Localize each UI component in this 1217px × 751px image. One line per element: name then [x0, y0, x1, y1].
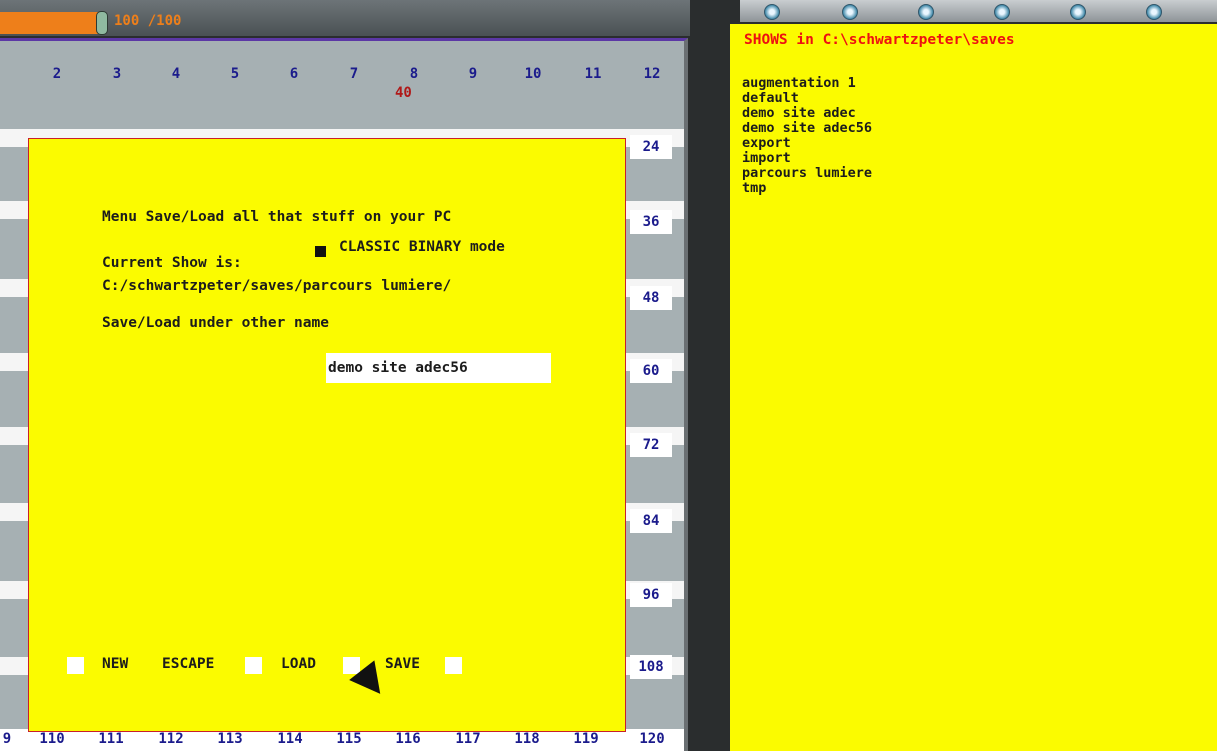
bottom-number: 119: [573, 731, 599, 747]
progress-knob-icon[interactable]: [96, 11, 108, 35]
column-number: 8: [409, 66, 419, 82]
channel-orb-icon[interactable]: [1146, 4, 1162, 20]
bottom-number: 111: [98, 731, 124, 747]
column-number: 3: [112, 66, 122, 82]
bottom-number: 116: [395, 731, 421, 747]
shows-title: SHOWS in C:\schwartzpeter\saves: [744, 32, 1015, 48]
bottom-number: 117: [455, 731, 481, 747]
row-number: 84: [630, 509, 672, 533]
current-show-path: C:/schwartzpeter/saves/parcours lumiere/: [102, 278, 452, 294]
save-label: SAVE: [385, 656, 420, 672]
channel-orb-icon[interactable]: [842, 4, 858, 20]
level-progress-bar: [0, 12, 106, 34]
bottom-number: 113: [217, 731, 243, 747]
column-number: 7: [349, 66, 359, 82]
show-list-item[interactable]: default: [742, 91, 872, 106]
show-name-input[interactable]: [326, 353, 551, 383]
save-load-dialog: Menu Save/Load all that stuff on your PC…: [28, 138, 626, 732]
column-number: 9: [468, 66, 478, 82]
show-list-item[interactable]: augmentation 1: [742, 76, 872, 91]
shows-list: augmentation 1 default demo site adec de…: [742, 76, 872, 196]
bottom-number: 112: [158, 731, 184, 747]
row-number: 96: [630, 583, 672, 607]
binary-mode-checkbox[interactable]: [315, 246, 326, 257]
load-button[interactable]: [343, 657, 360, 674]
new-label: NEW: [102, 656, 129, 672]
show-list-item[interactable]: tmp: [742, 181, 872, 196]
row-number: 36: [630, 210, 672, 234]
column-number: 10: [524, 66, 542, 82]
toolbar-icon-strip: [740, 0, 1217, 22]
save-button[interactable]: [445, 657, 462, 674]
show-list-item[interactable]: demo site adec56: [742, 121, 872, 136]
column-number: 4: [171, 66, 181, 82]
top-status-bar: 100 /100: [0, 0, 730, 36]
column-number: 11: [584, 66, 602, 82]
show-list-item[interactable]: export: [742, 136, 872, 151]
binary-mode-label: CLASSIC BINARY mode: [339, 239, 505, 255]
new-button[interactable]: [67, 657, 84, 674]
row-number: 48: [630, 286, 672, 310]
channel-level-value: 40: [395, 85, 412, 101]
show-list-item[interactable]: import: [742, 151, 872, 166]
escape-button[interactable]: [245, 657, 262, 674]
row-number: 60: [630, 359, 672, 383]
menu-title: Menu Save/Load all that stuff on your PC: [102, 209, 452, 225]
show-list-item[interactable]: parcours lumiere: [742, 166, 872, 181]
column-number: 12: [643, 66, 661, 82]
progress-readout: 100 /100: [114, 13, 182, 29]
escape-label: ESCAPE: [162, 656, 215, 672]
row-number: 108: [630, 655, 672, 679]
current-show-label: Current Show is:: [102, 255, 242, 271]
row-number: 72: [630, 433, 672, 457]
other-name-label: Save/Load under other name: [102, 315, 329, 331]
bottom-channel-row: 9 110 111 112 113 114 115 116 117 118 11…: [0, 729, 684, 751]
channel-orb-icon[interactable]: [918, 4, 934, 20]
channel-orb-icon[interactable]: [1070, 4, 1086, 20]
row-number: 24: [630, 135, 672, 159]
bottom-number: 114: [277, 731, 303, 747]
load-label: LOAD: [281, 656, 316, 672]
bottom-number: 118: [514, 731, 540, 747]
channel-orb-icon[interactable]: [764, 4, 780, 20]
show-list-item[interactable]: demo site adec: [742, 106, 872, 121]
bottom-number: 115: [336, 731, 362, 747]
channel-orb-icon[interactable]: [994, 4, 1010, 20]
shows-panel: SHOWS in C:\schwartzpeter\saves augmenta…: [730, 24, 1217, 751]
bottom-number: 120: [639, 731, 665, 747]
column-number: 6: [289, 66, 299, 82]
column-number: 2: [52, 66, 62, 82]
bottom-number: 110: [39, 731, 65, 747]
column-number: 5: [230, 66, 240, 82]
